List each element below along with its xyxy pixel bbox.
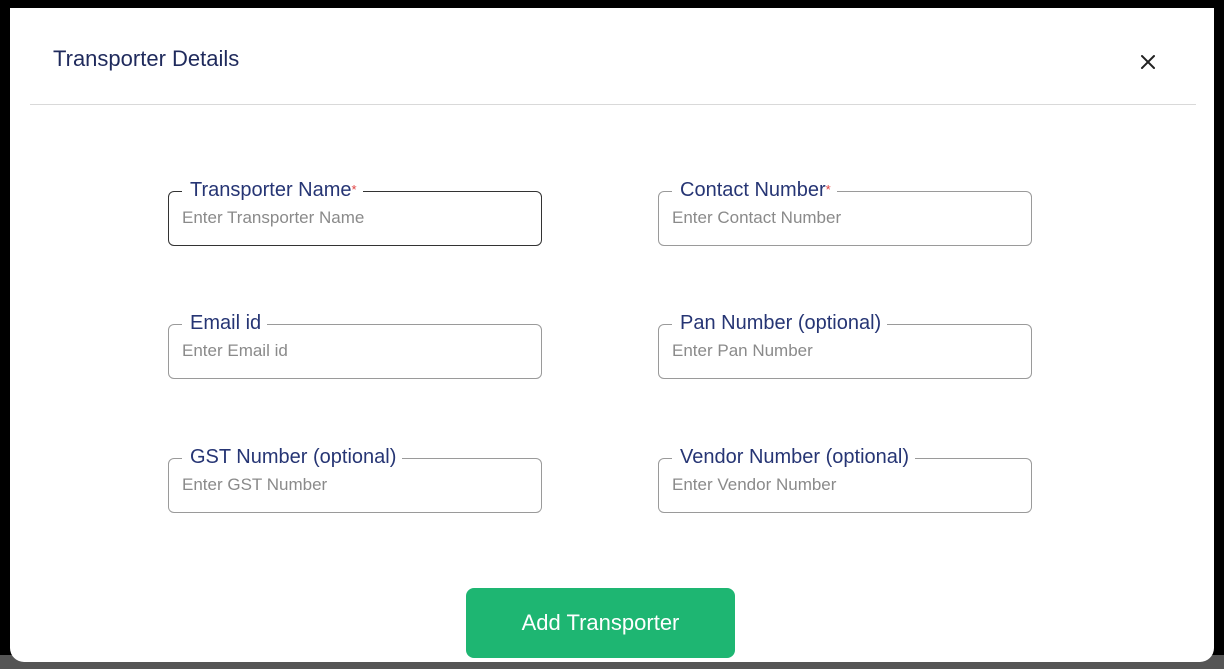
required-mark: *	[825, 182, 831, 197]
close-icon	[1141, 55, 1155, 69]
add-transporter-button[interactable]: Add Transporter	[466, 588, 735, 658]
email-input[interactable]	[182, 338, 522, 364]
pan-number-label: Pan Number (optional)	[672, 310, 888, 336]
gst-number-field: GST Number (optional)	[168, 444, 542, 513]
email-field: Email id	[168, 310, 542, 379]
transporter-name-label: Transporter Name*	[182, 177, 363, 203]
contact-number-field: Contact Number*	[658, 177, 1032, 246]
gst-number-label: GST Number (optional)	[182, 444, 403, 470]
transporter-name-input[interactable]	[182, 205, 522, 231]
contact-number-input[interactable]	[672, 205, 1012, 231]
email-label: Email id	[182, 310, 268, 336]
gst-number-input[interactable]	[182, 472, 522, 498]
vendor-number-field: Vendor Number (optional)	[658, 444, 1032, 513]
modal-title: Transporter Details	[53, 46, 240, 71]
transporter-name-field: Transporter Name*	[168, 177, 542, 246]
header-divider	[30, 104, 1196, 105]
vendor-number-input[interactable]	[672, 472, 1012, 498]
pan-number-input[interactable]	[672, 338, 1012, 364]
contact-number-label: Contact Number*	[672, 177, 837, 203]
required-mark: *	[351, 182, 357, 197]
pan-number-field: Pan Number (optional)	[658, 310, 1032, 379]
close-button[interactable]	[1132, 46, 1164, 78]
transporter-details-modal: Transporter Details Transporter Name* Co…	[10, 8, 1214, 662]
vendor-number-label: Vendor Number (optional)	[672, 444, 916, 470]
